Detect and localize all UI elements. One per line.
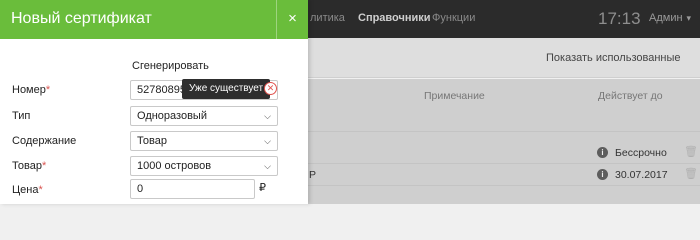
required-mark: * <box>45 84 51 96</box>
type-select-value: Одноразовый <box>137 110 207 122</box>
row-valid-until: 30.07.2017 <box>615 169 668 181</box>
user-menu[interactable]: Админ ▾ <box>649 12 691 24</box>
currency-symbol: ₽ <box>259 182 266 194</box>
nav-item-analytics[interactable]: литика <box>310 12 345 24</box>
chevron-down-icon: ⌵ <box>264 136 271 146</box>
product-select[interactable]: 1000 островов ⌵ <box>130 156 278 176</box>
clock: 17:13 <box>598 9 641 28</box>
number-label-text: Номер <box>12 84 46 96</box>
content-select[interactable]: Товар ⌵ <box>130 131 278 151</box>
trash-icon[interactable]: 🗑 <box>684 167 698 180</box>
panel-title: Новый сертификат <box>11 10 152 27</box>
content-label: Содержание <box>12 135 77 147</box>
row-divider <box>300 163 700 164</box>
column-header-valid-until[interactable]: Действует до <box>598 90 663 102</box>
product-label-text: Товар <box>12 160 42 172</box>
price-input[interactable]: 0 <box>130 179 255 199</box>
panel-header: Новый сертификат × <box>0 0 308 39</box>
required-mark: * <box>38 184 43 196</box>
chevron-down-icon: ⌵ <box>264 161 271 171</box>
column-header-note[interactable]: Примечание <box>424 90 485 102</box>
nav-item-functions[interactable]: Функции <box>432 12 475 24</box>
info-icon[interactable]: i <box>597 147 608 158</box>
info-icon[interactable]: i <box>597 169 608 180</box>
required-mark: * <box>41 160 47 172</box>
type-label: Тип <box>12 110 31 122</box>
user-name: Админ <box>649 12 683 24</box>
row-prefix: Р <box>309 169 317 181</box>
number-label: Номер* <box>12 84 50 96</box>
chevron-down-icon: ⌵ <box>264 111 271 121</box>
row-valid-until: Бессрочно <box>615 147 667 159</box>
close-icon[interactable]: × <box>276 0 308 39</box>
type-select[interactable]: Одноразовый ⌵ <box>130 106 278 126</box>
new-certificate-panel: Новый сертификат × Сгенерировать Номер* … <box>0 0 308 204</box>
generate-button[interactable]: Сгенерировать <box>132 60 209 72</box>
error-tooltip: Уже существует <box>182 79 276 99</box>
show-used-button[interactable]: Показать использованные <box>546 52 681 64</box>
product-label: Товар* <box>12 160 46 172</box>
price-label-text: Цена <box>12 184 39 196</box>
chevron-down-icon: ▾ <box>686 13 692 23</box>
price-label: Цена* <box>12 184 43 196</box>
error-circle-icon: ✕ <box>264 82 277 95</box>
row-divider <box>300 131 700 132</box>
trash-icon[interactable]: 🗑 <box>684 145 698 158</box>
row-divider <box>300 185 700 186</box>
content-select-value: Товар <box>137 135 167 147</box>
nav-item-directories[interactable]: Справочники <box>358 12 431 24</box>
product-select-value: 1000 островов <box>137 160 212 172</box>
